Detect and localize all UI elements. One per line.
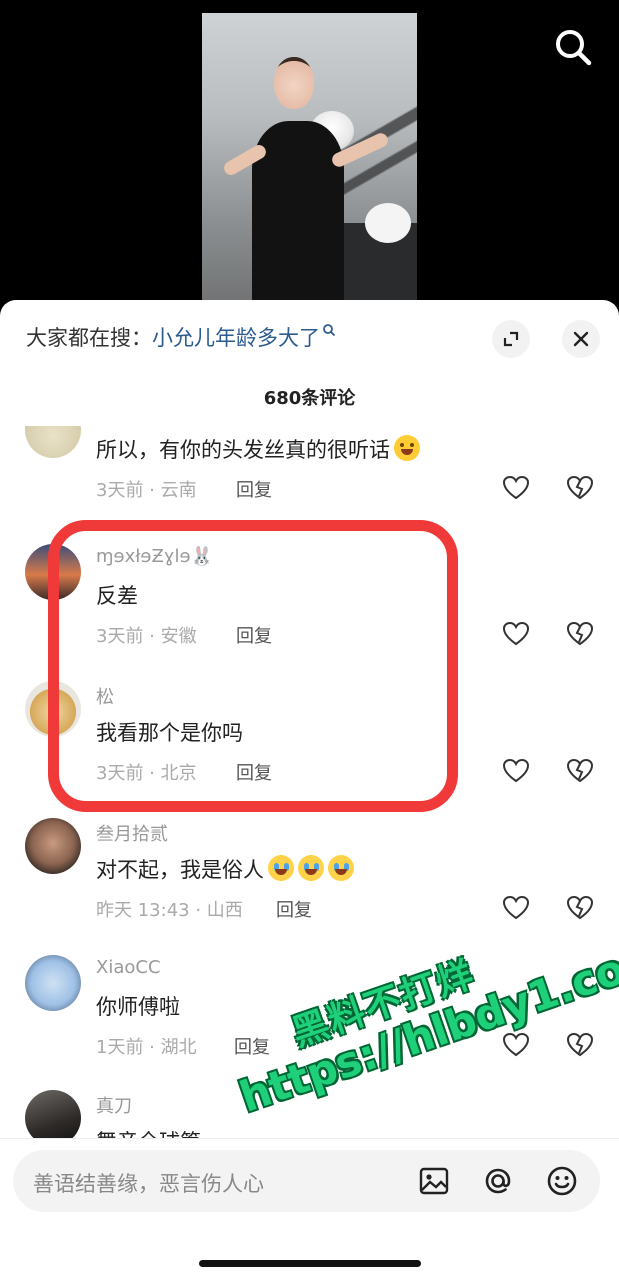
comment-item: XiaoCC 你师傅啦 1天前 · 湖北 回复 <box>0 955 619 1092</box>
at-icon[interactable] <box>481 1164 515 1198</box>
comment-item: 叁月拾贰 对不起，我是俗人 昨天 13:43 · 山西 回复 <box>0 818 619 955</box>
comment-item: 真刀 舞音全球筹 <box>0 1090 619 1138</box>
heart-icon[interactable] <box>502 757 530 785</box>
avatar[interactable] <box>25 1090 81 1138</box>
broken-heart-icon[interactable] <box>566 1031 594 1059</box>
comment-username[interactable]: XiaoCC <box>96 957 161 978</box>
comment-input-placeholder[interactable]: 善语结善缘，恶言伤人心 <box>33 1168 264 1198</box>
expand-button[interactable] <box>492 320 530 358</box>
close-icon <box>573 331 589 347</box>
small-search-icon <box>323 324 336 337</box>
avatar[interactable] <box>25 955 81 1011</box>
heart-icon[interactable] <box>502 1031 530 1059</box>
suggest-prefix: 大家都在搜： <box>26 326 152 350</box>
sheet-topbar: 大家都在搜：小允儿年龄多大了 <box>0 300 619 376</box>
comment-username[interactable]: ɱɘxłɘƵɣlɘ🐰 <box>96 546 213 567</box>
comment-meta: 3天前 · 北京 <box>96 763 197 784</box>
comment-text: 所以，有你的头发丝真的很听话 <box>96 434 420 464</box>
emoji-icon[interactable] <box>545 1164 579 1198</box>
search-suggestion[interactable]: 大家都在搜：小允儿年龄多大了 <box>26 322 336 352</box>
avatar[interactable] <box>25 681 81 737</box>
comment-item: ɱɘxłɘƵɣlɘ🐰 反差 3天前 · 安徽 回复 <box>0 544 619 681</box>
comment-sheet: 大家都在搜：小允儿年龄多大了 680条评论 所以，有你的头发丝真的很听话 3天前… <box>0 300 619 1280</box>
comment-text: 你师傅啦 <box>96 995 180 1019</box>
reply-button[interactable]: 回复 <box>234 1033 270 1059</box>
comment-list[interactable]: 所以，有你的头发丝真的很听话 3天前 · 云南 回复 ɱɘxłɘƵɣlɘ🐰 反差… <box>0 426 619 1138</box>
comment-meta: 3天前 · 安徽 <box>96 626 197 647</box>
heart-icon[interactable] <box>502 894 530 922</box>
home-indicator[interactable] <box>199 1260 421 1267</box>
search-icon[interactable] <box>552 26 594 68</box>
suggest-keyword[interactable]: 小允儿年龄多大了 <box>152 326 320 350</box>
broken-heart-icon[interactable] <box>566 757 594 785</box>
comment-count: 680条评论 <box>263 388 356 409</box>
avatar[interactable] <box>25 426 81 458</box>
comment-text: 舞音全球筹 <box>96 1126 201 1138</box>
avatar[interactable] <box>25 544 81 600</box>
comment-input[interactable]: 善语结善缘，恶言伤人心 <box>13 1150 600 1212</box>
comment-text: 对不起，我是俗人 <box>96 854 354 884</box>
broken-heart-icon[interactable] <box>566 474 594 502</box>
comment-username[interactable]: 真刀 <box>96 1092 132 1118</box>
reply-button[interactable]: 回复 <box>236 622 272 648</box>
broken-heart-icon[interactable] <box>566 894 594 922</box>
video-thumbnail[interactable] <box>202 13 417 313</box>
comment-meta: 1天前 · 湖北 <box>96 1037 197 1058</box>
reply-button[interactable]: 回复 <box>276 896 312 922</box>
close-button[interactable] <box>562 320 600 358</box>
comment-item: 所以，有你的头发丝真的很听话 3天前 · 云南 回复 <box>0 426 619 553</box>
reply-button[interactable]: 回复 <box>236 476 272 502</box>
broken-heart-icon[interactable] <box>566 620 594 648</box>
comment-meta: 3天前 · 云南 <box>96 480 197 501</box>
heart-icon[interactable] <box>502 474 530 502</box>
laugh-cry-emoji-icon <box>394 435 420 461</box>
avatar[interactable] <box>25 818 81 874</box>
crying-emoji-icon <box>268 855 294 881</box>
comment-item: 松 我看那个是你吗 3天前 · 北京 回复 <box>0 681 619 818</box>
comment-meta: 昨天 13:43 · 山西 <box>96 900 243 921</box>
video-bg-plush <box>365 203 411 243</box>
expand-icon <box>503 331 519 347</box>
image-icon[interactable] <box>417 1164 451 1198</box>
heart-icon[interactable] <box>502 620 530 648</box>
comment-text: 我看那个是你吗 <box>96 721 243 745</box>
video-person-head <box>274 57 314 109</box>
comment-username[interactable]: 松 <box>96 683 114 709</box>
reply-button[interactable]: 回复 <box>236 759 272 785</box>
video-area[interactable] <box>0 0 619 320</box>
comment-text: 反差 <box>96 584 138 608</box>
comment-username[interactable]: 叁月拾贰 <box>96 820 168 846</box>
crying-emoji-icon <box>328 855 354 881</box>
crying-emoji-icon <box>298 855 324 881</box>
